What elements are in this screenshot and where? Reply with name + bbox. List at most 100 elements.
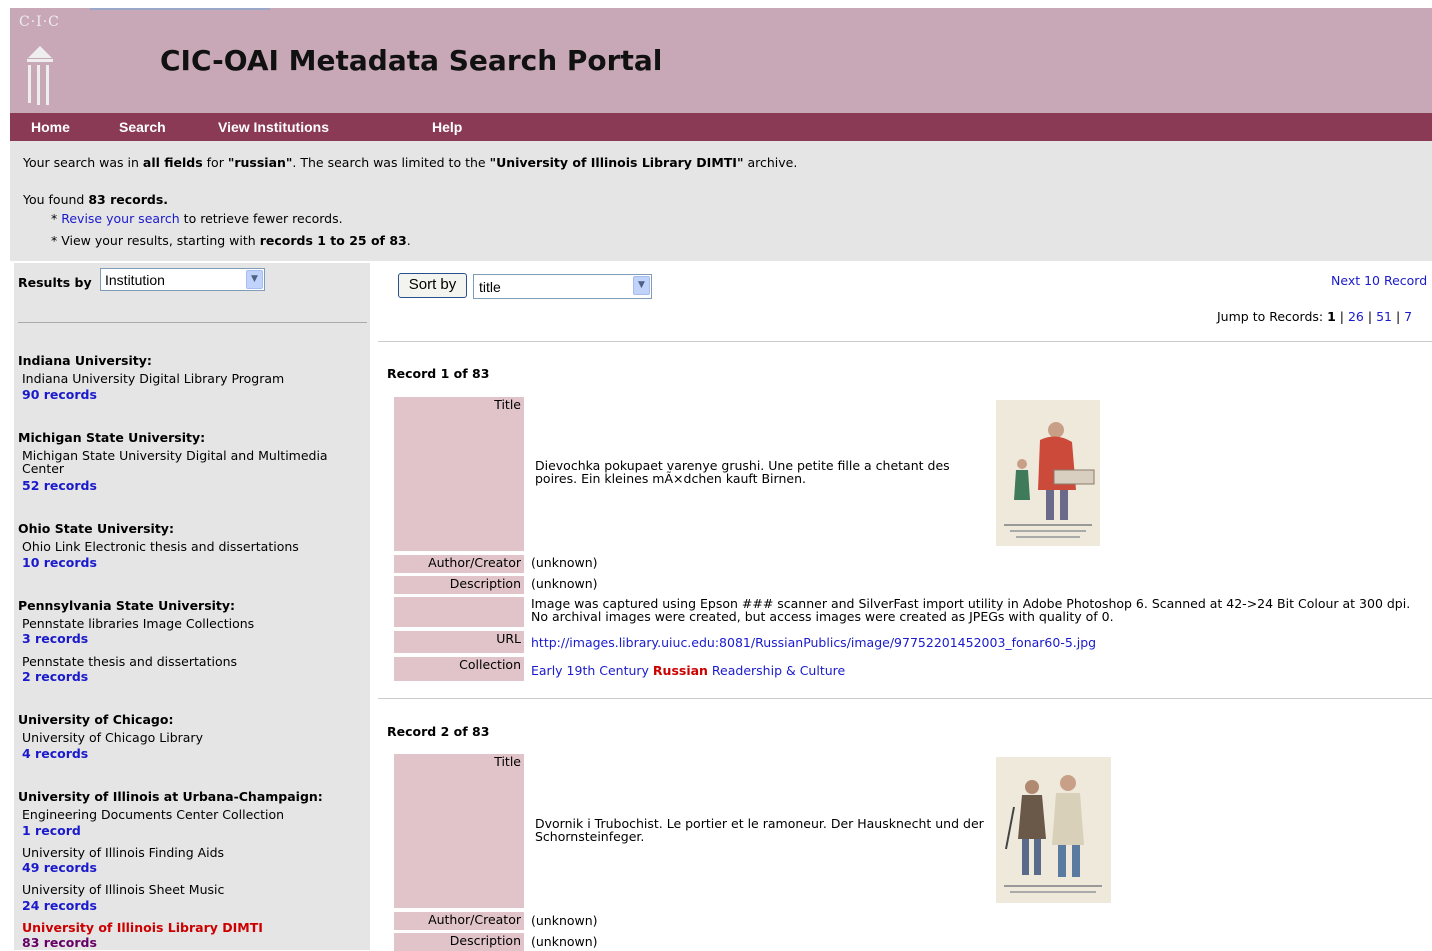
nav-help[interactable]: Help: [432, 119, 462, 135]
collection-count-link[interactable]: 52 records: [22, 478, 97, 493]
institution-heading: University of Chicago:: [18, 712, 174, 727]
range-hint: * View your results, starting with recor…: [51, 233, 411, 248]
field-label-title: Title: [394, 397, 524, 551]
sort-button[interactable]: Sort by: [398, 273, 467, 298]
separator: |: [1335, 309, 1348, 324]
collection-count-link[interactable]: 4 records: [22, 746, 88, 761]
select-value: title: [479, 279, 501, 295]
revise-hint: * Revise your search to retrieve fewer r…: [51, 211, 343, 226]
results-sidebar: Results by Institution ▼ Indiana Univers…: [14, 263, 370, 950]
collection-count-link[interactable]: 3 records: [22, 631, 88, 646]
field-label-blank: [394, 597, 524, 627]
collection-label: University of Chicago Library: [22, 730, 203, 745]
separator: |: [1363, 309, 1377, 324]
cic-logo[interactable]: C·I·C: [10, 8, 80, 113]
jump-link[interactable]: 51: [1376, 309, 1392, 324]
record-count: 83 records.: [88, 192, 169, 207]
select-value: Institution: [105, 272, 165, 288]
sort-field-select[interactable]: title ▼: [473, 274, 652, 299]
jump-to-records: Jump to Records: 1 | 26 | 51 | 7: [1217, 309, 1412, 324]
collection-label: Michigan State University Digital and Mu…: [22, 448, 328, 476]
chevron-down-icon[interactable]: ▼: [633, 276, 650, 295]
jump-label: Jump to Records:: [1217, 309, 1328, 324]
record-url-link[interactable]: http://images.library.uiuc.edu:8081/Russ…: [531, 635, 1096, 650]
result-count: You found 83 records.: [23, 192, 168, 207]
chevron-down-icon[interactable]: ▼: [246, 270, 263, 289]
collection-count-link[interactable]: 83 records: [22, 935, 97, 950]
institution-heading: Pennsylvania State University:: [18, 598, 236, 613]
summary-text: to retrieve fewer records.: [179, 211, 343, 226]
summary-query: "russian": [227, 155, 293, 170]
record-heading: Record 1 of 83: [387, 366, 490, 381]
summary-archive: "University of Illinois Library DIMTI": [489, 155, 744, 170]
record-description: (unknown): [531, 934, 598, 949]
search-summary: Your search was in all fields for "russi…: [10, 141, 1432, 261]
field-label-author: Author/Creator: [394, 555, 524, 573]
main-nav: Home Search View Institutions Help: [10, 113, 1432, 141]
record-title: Dvornik i Trubochist. Le portier et le r…: [535, 816, 984, 844]
collection-count-link[interactable]: 10 records: [22, 555, 97, 570]
illustration-image: [996, 400, 1100, 546]
collection-label: Indiana University Digital Library Progr…: [22, 371, 285, 386]
field-label-url: URL: [394, 631, 524, 653]
record-author: (unknown): [531, 913, 598, 928]
record-thumbnail[interactable]: [996, 757, 1111, 903]
results-by-select[interactable]: Institution ▼: [100, 268, 265, 291]
site-header: C·I·C CIC-OAI Metadata Search Portal: [10, 8, 1432, 113]
collection-label: Pennstate libraries Image Collections: [22, 616, 255, 631]
summary-fields: all fields: [142, 155, 203, 170]
record-thumbnail[interactable]: [996, 400, 1100, 546]
collection-label: Ohio Link Electronic thesis and disserta…: [22, 539, 299, 554]
collection-count-link[interactable]: 1 record: [22, 823, 81, 838]
record-author: (unknown): [531, 555, 598, 570]
collection-label: University of Illinois Sheet Music: [22, 882, 225, 897]
jump-current: 1: [1327, 309, 1336, 324]
nav-view-institutions[interactable]: View Institutions: [218, 119, 329, 135]
summary-text: * View your results, starting with: [51, 233, 260, 248]
institution-heading: Indiana University:: [18, 353, 152, 368]
institution-heading: Ohio State University:: [18, 521, 174, 536]
revise-search-link[interactable]: Revise your search: [61, 211, 179, 226]
nav-home[interactable]: Home: [31, 119, 70, 135]
record-range: records 1 to 25 of 83: [259, 233, 407, 248]
collection-count-link[interactable]: 90 records: [22, 387, 97, 402]
collection-label: University of Illinois Finding Aids: [22, 845, 225, 860]
record-technical-note: Image was captured using Epson ### scann…: [531, 596, 1411, 624]
summary-text: for: [202, 155, 228, 170]
divider: [18, 322, 367, 323]
collection-text: Early 19th Century: [531, 663, 653, 678]
summary-text: You found: [23, 192, 89, 207]
building-icon: [27, 46, 53, 105]
next-records-link[interactable]: Next 10 Record: [1331, 273, 1427, 288]
illustration-image: [996, 757, 1111, 903]
header-accent-line: [90, 8, 270, 10]
institution-heading: Michigan State University:: [18, 430, 206, 445]
collection-count-link[interactable]: 24 records: [22, 898, 97, 913]
jump-link[interactable]: 26: [1348, 309, 1364, 324]
highlighted-term: Russian: [652, 663, 708, 678]
summary-text: archive.: [743, 155, 798, 170]
summary-text: . The search was limited to the: [292, 155, 490, 170]
nav-search[interactable]: Search: [119, 119, 166, 135]
field-label-description: Description: [394, 576, 524, 594]
collection-label-selected: University of Illinois Library DIMTI: [22, 920, 263, 935]
collection-count-link[interactable]: 2 records: [22, 669, 88, 684]
record-collection-link[interactable]: Early 19th Century Russian Readership & …: [531, 663, 845, 678]
record-title: Dievochka pokupaet varenye grushi. Une p…: [535, 458, 950, 486]
page-title: CIC-OAI Metadata Search Portal: [160, 44, 663, 77]
results-by-label: Results by: [18, 275, 92, 290]
divider: [378, 341, 1432, 342]
field-label-title: Title: [394, 754, 524, 908]
summary-text: Your search was in: [23, 155, 143, 170]
record-description: (unknown): [531, 576, 598, 591]
collection-count-link[interactable]: 49 records: [22, 860, 97, 875]
field-label-description: Description: [394, 933, 524, 951]
bullet: *: [51, 211, 62, 226]
search-description: Your search was in all fields for "russi…: [23, 155, 797, 170]
collection-label: Engineering Documents Center Collection: [22, 807, 285, 822]
jump-link[interactable]: 7: [1404, 309, 1412, 324]
field-label-collection: Collection: [394, 657, 524, 681]
institution-heading: University of Illinois at Urbana-Champai…: [18, 789, 323, 804]
divider: [378, 698, 1432, 699]
results-main: Sort by title ▼ Next 10 Record Jump to R…: [378, 263, 1432, 951]
